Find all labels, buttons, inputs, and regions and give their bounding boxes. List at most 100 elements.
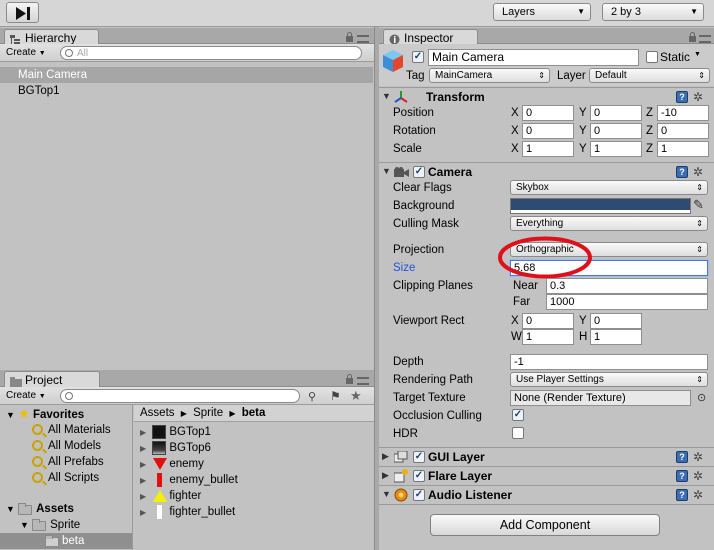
field-value: 0 <box>594 107 601 119</box>
breadcrumb-item[interactable]: Assets <box>140 407 175 419</box>
favorite-item[interactable]: All Prefabs <box>32 454 104 470</box>
axis-x-label: X <box>511 125 519 137</box>
near-field[interactable]: 0.3 <box>546 278 708 294</box>
breadcrumb-item[interactable]: beta <box>242 407 266 419</box>
transform-header[interactable]: ▼ Transform ? ✲ <box>379 87 714 105</box>
viewport-w-field[interactable]: 1 <box>522 329 574 345</box>
sprite-thumbnail-icon <box>152 425 166 439</box>
file-item[interactable]: ▶ fighter <box>140 488 201 505</box>
rendering-path-dropdown[interactable]: Use Player Settings ⇕ <box>510 372 708 387</box>
audio-listener-header[interactable]: ▼ ✓ Audio Listener ? ✲ <box>379 485 714 503</box>
flare-layer-checkbox[interactable]: ✓ <box>413 470 425 482</box>
object-name-input[interactable]: Main Camera <box>428 49 639 66</box>
beta-node[interactable]: beta <box>0 533 132 549</box>
favorite-item[interactable]: All Materials <box>32 422 111 438</box>
tag-dropdown[interactable]: MainCamera ⇕ <box>429 68 550 83</box>
dropdown-arrow-icon: ⇕ <box>696 375 703 384</box>
gear-icon[interactable]: ✲ <box>693 91 703 103</box>
object-picker-icon[interactable]: ⊙ <box>697 391 706 404</box>
hdr-label: HDR <box>393 428 418 440</box>
file-item[interactable]: ▶ enemy_bullet <box>140 472 238 489</box>
occlusion-culling-checkbox[interactable]: ✓ <box>512 409 524 421</box>
position-y-field[interactable]: 0 <box>590 105 642 121</box>
rotation-z-field[interactable]: 0 <box>657 123 709 139</box>
panel-menu-icon[interactable] <box>357 35 369 43</box>
gear-icon[interactable]: ✲ <box>693 489 703 501</box>
tab-project[interactable]: Project <box>4 371 100 388</box>
save-search-star-icon[interactable]: ★ <box>350 388 362 404</box>
far-field[interactable]: 1000 <box>546 294 708 310</box>
viewport-h-field[interactable]: 1 <box>590 329 642 345</box>
panel-menu-icon[interactable] <box>357 377 369 385</box>
active-checkbox[interactable]: ✓ <box>412 51 424 63</box>
layer-dropdown[interactable]: Default ⇕ <box>589 68 710 83</box>
camera-enabled-checkbox[interactable]: ✓ <box>413 166 425 178</box>
help-icon[interactable]: ? <box>676 470 688 482</box>
hierarchy-item-main-camera[interactable]: Main Camera <box>0 67 373 83</box>
scale-z-field[interactable]: 1 <box>657 141 709 157</box>
camera-header[interactable]: ▼ ✓ Camera ? ✲ <box>379 162 714 180</box>
help-icon[interactable]: ? <box>676 91 688 103</box>
hierarchy-search-input[interactable]: All <box>60 46 362 60</box>
flare-layer-header[interactable]: ▶ ✓ Flare Layer ? ✲ <box>379 466 714 484</box>
add-component-button[interactable]: Add Component <box>430 514 660 536</box>
breadcrumb-item[interactable]: Sprite <box>193 407 223 419</box>
favorite-item[interactable]: All Scripts <box>32 470 99 486</box>
layers-dropdown[interactable]: Layers ▼ <box>493 3 591 21</box>
layout-dropdown[interactable]: 2 by 3 ▼ <box>602 3 704 21</box>
hdr-checkbox[interactable] <box>512 427 524 439</box>
position-z-field[interactable]: -10 <box>657 105 709 121</box>
depth-field[interactable]: -1 <box>510 354 708 370</box>
panel-menu-icon[interactable] <box>699 35 711 43</box>
dropdown-arrow-icon[interactable]: ▼ <box>694 51 701 58</box>
gear-icon[interactable]: ✲ <box>693 470 703 482</box>
step-button[interactable] <box>6 2 39 23</box>
field-value: 0 <box>526 315 533 327</box>
project-search-input[interactable] <box>60 389 300 403</box>
tab-inspector[interactable]: Inspector <box>383 29 478 45</box>
clear-flags-dropdown[interactable]: Skybox ⇕ <box>510 180 708 195</box>
project-create-button[interactable]: Create ▼ <box>6 389 46 404</box>
filter-by-type-icon[interactable]: ⚲ <box>308 390 316 403</box>
gui-layer-header[interactable]: ▶ ✓ GUI Layer ? ✲ <box>379 447 714 465</box>
culling-mask-dropdown[interactable]: Everything ⇕ <box>510 216 708 231</box>
help-icon[interactable]: ? <box>676 451 688 463</box>
scale-x-field[interactable]: 1 <box>522 141 574 157</box>
file-item[interactable]: ▶ enemy <box>140 456 204 473</box>
lock-icon-body <box>346 32 353 42</box>
favorites-node[interactable]: ▼ ★ Favorites <box>6 406 84 423</box>
background-label: Background <box>393 200 455 212</box>
scale-y-field[interactable]: 1 <box>590 141 642 157</box>
rotation-x-field[interactable]: 0 <box>522 123 574 139</box>
folder-icon <box>32 519 46 531</box>
assets-node[interactable]: ▼ Assets <box>6 501 74 517</box>
sprite-node[interactable]: ▼ Sprite <box>20 517 80 533</box>
hierarchy-create-button[interactable]: Create ▼ <box>6 46 46 61</box>
help-icon[interactable]: ? <box>676 166 688 178</box>
help-icon[interactable]: ? <box>676 489 688 501</box>
viewport-y-field[interactable]: 0 <box>590 313 642 329</box>
favorite-item[interactable]: All Models <box>32 438 101 454</box>
file-item[interactable]: ▶ BGTop1 <box>140 424 211 441</box>
file-item[interactable]: ▶ fighter_bullet <box>140 504 235 521</box>
eyedropper-icon[interactable]: ✎ <box>693 197 704 213</box>
audio-listener-checkbox[interactable]: ✓ <box>413 489 425 501</box>
size-label: Size <box>393 262 416 274</box>
tag-value: MainCamera <box>435 70 493 81</box>
viewport-x-field[interactable]: 0 <box>522 313 574 329</box>
background-color-swatch[interactable] <box>510 198 691 214</box>
gear-icon[interactable]: ✲ <box>693 451 703 463</box>
rotation-y-field[interactable]: 0 <box>590 123 642 139</box>
static-checkbox[interactable] <box>646 51 658 63</box>
hierarchy-item-bgtop1[interactable]: BGTop1 <box>0 83 373 99</box>
tab-hierarchy[interactable]: Hierarchy <box>4 29 99 45</box>
hierarchy-item-label: BGTop1 <box>18 85 60 97</box>
filter-by-label-icon[interactable]: ⚑ <box>330 389 341 403</box>
position-x-field[interactable]: 0 <box>522 105 574 121</box>
gui-layer-checkbox[interactable]: ✓ <box>413 451 425 463</box>
target-texture-field[interactable]: None (Render Texture) <box>510 390 691 406</box>
star-icon: ★ <box>18 406 30 421</box>
object-header: ✓ Main Camera Static ▼ Tag MainCamera ⇕ L… <box>379 44 714 86</box>
file-item[interactable]: ▶ BGTop6 <box>140 440 211 457</box>
gear-icon[interactable]: ✲ <box>693 166 703 178</box>
